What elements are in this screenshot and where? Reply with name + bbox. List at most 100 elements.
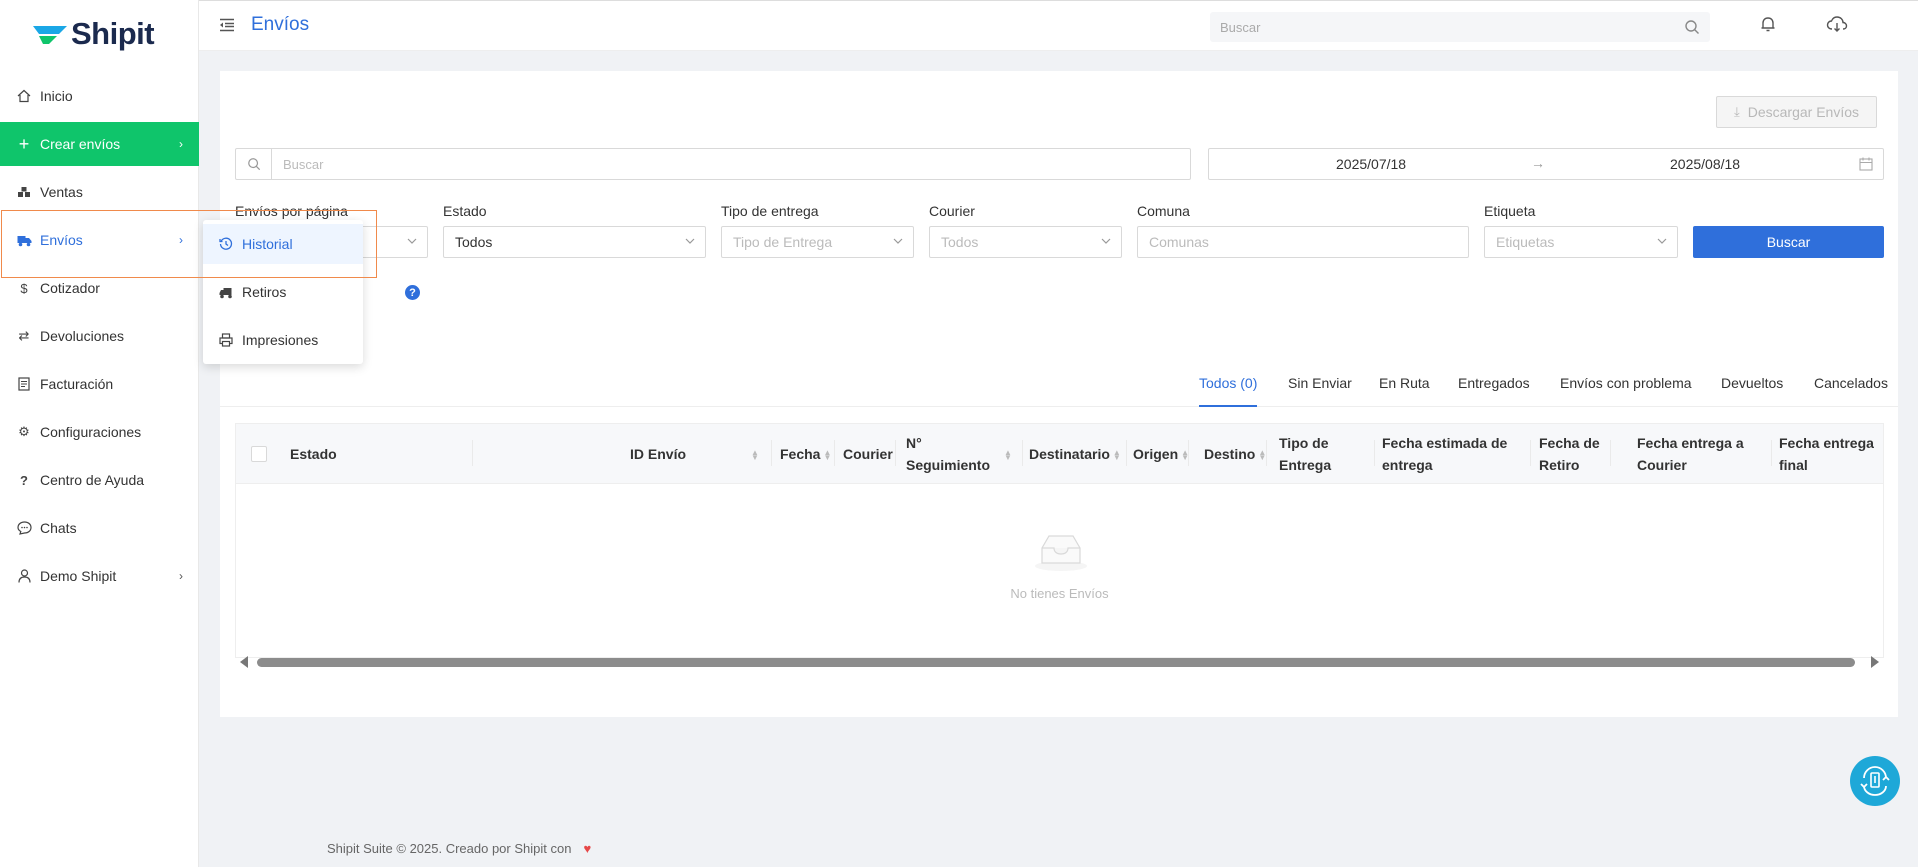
col-fecha-entrega-courier[interactable]: Fecha entrega a Courier [1637,432,1744,476]
envios-search [235,148,1191,180]
courier-select[interactable]: Todos [929,226,1122,258]
tab-en-ruta[interactable]: En Ruta [1379,375,1430,407]
sidebar-item-inicio[interactable]: Inicio [0,74,199,118]
footer-text: Shipit Suite © 2025. Creado por Shipit c… [327,841,572,856]
header-search-placeholder: Buscar [1220,19,1261,35]
comuna-select[interactable]: Comunas [1137,226,1469,258]
sidebar-item-label: Devoluciones [40,328,125,344]
sidebar: Shipit Inicio + Crear envíos › Ventas En… [0,0,199,867]
question-icon: ? [20,472,28,488]
submenu-item-impresiones[interactable]: Impresiones [203,320,363,360]
header-search-input[interactable]: Buscar [1210,12,1710,42]
user-icon [16,568,32,584]
printer-icon [218,333,234,347]
truck-icon [16,232,32,248]
envios-search-input[interactable] [273,149,1188,179]
tab-entregados[interactable]: Entregados [1458,375,1530,407]
column-divider [472,440,473,466]
sidebar-item-configuraciones[interactable]: ⚙ Configuraciones [0,410,199,454]
menu-fold-icon[interactable] [219,18,235,32]
sidebar-item-demo-shipit[interactable]: Demo Shipit › [0,554,199,598]
date-arrow-icon: → [1531,155,1545,171]
heart-icon: ♥ [583,841,592,856]
chevron-right-icon: › [179,233,183,247]
col-seguimiento[interactable]: N° Seguimiento [906,432,990,476]
date-from[interactable]: 2025/07/18 [1336,156,1406,172]
chevron-right-icon: › [179,569,183,583]
shipit-logo[interactable]: Shipit [31,16,155,52]
search-button[interactable]: Buscar [1693,226,1884,258]
sidebar-item-chats[interactable]: Chats [0,506,199,550]
col-fecha-retiro[interactable]: Fecha de Retiro [1539,432,1600,476]
col-estado[interactable]: Estado [290,443,337,465]
date-range-picker[interactable]: 2025/07/18 → 2025/08/18 [1208,148,1884,180]
col-origen[interactable]: Origen ▲ ▼ [1133,443,1189,465]
scrollbar-thumb[interactable] [257,658,1855,667]
sidebar-item-envios[interactable]: Envíos › [0,218,199,262]
column-divider [1610,440,1611,466]
chevron-down-icon [1657,238,1667,244]
tab-todos[interactable]: Todos (0) [1199,375,1258,407]
sidebar-item-label: Chats [40,520,77,536]
sidebar-item-facturacion[interactable]: Facturación [0,362,199,406]
col-tipo-entrega[interactable]: Tipo de Entrega [1279,432,1331,476]
scroll-left-icon[interactable] [240,656,248,668]
shipit-logo-icon [33,26,67,44]
submenu-item-retiros[interactable]: Retiros [203,272,363,312]
sidebar-item-label: Ventas [40,184,83,200]
courier-label: Courier [929,203,975,219]
sidebar-item-cotizador[interactable]: $ Cotizador [0,266,199,310]
tab-sin-enviar[interactable]: Sin Enviar [1288,375,1352,407]
empty-state-text: No tienes Envíos [1010,586,1109,601]
bell-icon[interactable] [1759,15,1777,33]
sort-icon[interactable]: ▲ ▼ [748,443,759,465]
estado-select[interactable]: Todos [443,226,706,258]
floating-help-button[interactable] [1850,756,1900,806]
page-title: Envíos [251,14,310,35]
date-to[interactable]: 2025/08/18 [1670,156,1740,172]
document-icon [16,376,32,392]
comuna-label: Comuna [1137,203,1190,219]
col-id-envio[interactable]: ID Envío [630,443,686,465]
column-divider [834,440,835,466]
sidebar-item-centro-ayuda[interactable]: ? Centro de Ayuda [0,458,199,502]
horizontal-scrollbar[interactable] [235,654,1884,670]
tab-envios-con-problema[interactable]: Envíos con problema [1560,375,1692,407]
sidebar-item-label: Demo Shipit [40,568,117,584]
tab-cancelados[interactable]: Cancelados [1814,375,1888,407]
col-fecha-entrega-final[interactable]: Fecha entrega final [1779,432,1874,476]
etiqueta-placeholder: Etiquetas [1496,234,1555,250]
envios-table: Estado ID Envío ▲ ▼ Fecha ▲ ▼ Courier N° Seg… [235,423,1884,658]
brand-name: Shipit [71,16,155,51]
sidebar-item-ventas[interactable]: Ventas [0,170,199,214]
col-courier[interactable]: Courier [843,443,893,465]
sidebar-item-label: Centro de Ayuda [40,472,145,488]
comuna-placeholder: Comunas [1149,234,1209,250]
tab-devueltos[interactable]: Devueltos [1721,375,1783,407]
etiqueta-select[interactable]: Etiquetas [1484,226,1678,258]
search-icon[interactable] [1684,19,1700,35]
col-fecha[interactable]: Fecha ▲ ▼ [780,443,831,465]
chevron-right-icon: › [179,137,183,151]
sidebar-item-label: Crear envíos [40,136,121,152]
scroll-right-icon[interactable] [1871,656,1879,668]
col-destinatario[interactable]: Destinatario ▲ ▼ [1029,443,1121,465]
sidebar-item-crear-envios[interactable]: + Crear envíos › [0,122,199,166]
col-destino[interactable]: Destino ▲ ▼ [1204,443,1266,465]
plus-icon: + [18,133,30,154]
col-fecha-estimada[interactable]: Fecha estimada de entrega [1382,432,1507,476]
tipo-entrega-label: Tipo de entrega [721,203,819,219]
per-page-label: Envíos por página [235,203,348,219]
help-icon[interactable]: ? [405,285,420,300]
submenu-item-historial[interactable]: Historial [203,224,363,264]
dollar-icon: $ [20,280,28,296]
download-envios-button[interactable]: ⤓ Descargar Envíos [1716,96,1877,128]
cloud-download-icon[interactable] [1826,15,1848,33]
empty-inbox-icon [1035,535,1087,571]
sort-icon[interactable]: ▲ ▼ [1001,443,1012,465]
sidebar-item-label: Envíos [40,232,83,248]
select-all-checkbox[interactable] [251,446,267,462]
sidebar-item-devoluciones[interactable]: ⇄ Devoluciones [0,314,199,358]
tipo-entrega-select[interactable]: Tipo de Entrega [721,226,914,258]
swap-icon: ⇄ [18,328,30,343]
